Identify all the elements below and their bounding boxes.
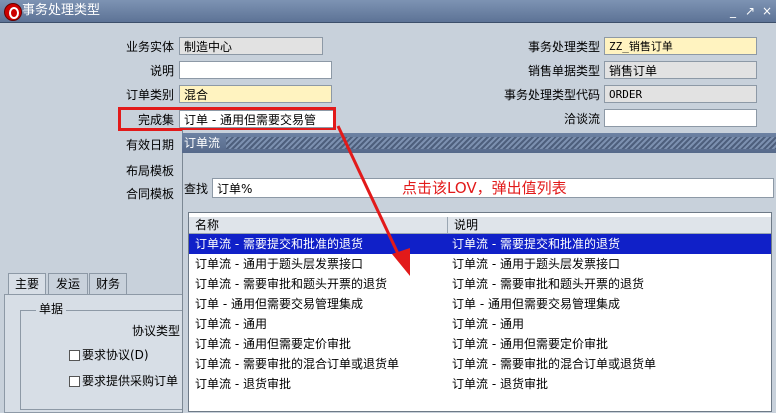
highlight-box — [118, 107, 336, 131]
close-button[interactable]: × — [760, 4, 774, 18]
row-desc-cell: 订单 - 通用但需要交易管理集成 — [452, 297, 620, 311]
column-header-description[interactable]: 说明 — [448, 217, 771, 234]
row-desc-cell: 订单流 - 通用于题头层发票接口 — [452, 257, 620, 271]
lov-rows: 订单流 - 需要提交和批准的退货 订单流 - 需要提交和批准的退货 订单流 - … — [189, 234, 771, 394]
minimize-button[interactable]: _ — [726, 4, 740, 18]
maximize-button[interactable]: ↗ — [743, 4, 757, 18]
transaction-type-field[interactable]: ZZ_销售订单 — [604, 37, 757, 55]
order-category-label: 订单类别 — [125, 88, 174, 102]
layout-template-label: 布局模板 — [125, 164, 174, 178]
order-category-field[interactable]: 混合 — [179, 85, 332, 103]
table-row[interactable]: 订单流 - 退货审批 订单流 - 退货审批 — [189, 374, 771, 394]
negotiation-flow-label: 洽谈流 — [563, 112, 600, 126]
table-row[interactable]: 订单流 - 需要审批和题头开票的退货 订单流 - 需要审批和题头开票的退货 — [189, 274, 771, 294]
require-po-label: 要求提供采购订单 — [82, 374, 179, 388]
document-group-label: 单据 — [36, 301, 67, 317]
contract-template-label: 合同模板 — [125, 187, 174, 201]
tab-main[interactable]: 主要 — [8, 273, 46, 295]
sales-doc-type-label: 销售单据类型 — [527, 64, 600, 78]
annotation-text: 点击该LOV，弹出值列表 — [402, 179, 567, 197]
lov-title-stripe — [226, 137, 776, 149]
table-row[interactable]: 订单流 - 通用于题头层发票接口 订单流 - 通用于题头层发票接口 — [189, 254, 771, 274]
agreement-type-label: 协议类型 — [131, 324, 180, 338]
require-po-checkbox[interactable] — [69, 376, 80, 387]
annotation-arrow — [336, 125, 410, 276]
window-titlebar — [0, 0, 776, 23]
row-name-cell: 订单流 - 需要审批的混合订单或退货单 — [195, 357, 399, 371]
table-row[interactable]: 订单流 - 需要审批的混合订单或退货单 订单流 - 需要审批的混合订单或退货单 — [189, 354, 771, 374]
row-name-cell: 订单流 - 通用但需要定价审批 — [195, 337, 351, 351]
transaction-type-label: 事务处理类型 — [527, 40, 600, 54]
operating-unit-label: 业务实体 — [125, 40, 174, 54]
window-title: 事务处理类型 — [22, 3, 101, 18]
description-field[interactable] — [179, 61, 332, 79]
effective-date-label: 有效日期 — [125, 138, 174, 152]
table-row[interactable]: 订单流 - 通用但需要定价审批 订单流 - 通用但需要定价审批 — [189, 334, 771, 354]
operating-unit-field[interactable]: 制造中心 — [179, 37, 323, 55]
lov-title: 订单流 — [184, 136, 221, 150]
table-row[interactable]: 订单流 - 需要提交和批准的退货 订单流 - 需要提交和批准的退货 — [189, 234, 771, 254]
row-desc-cell: 订单流 - 通用但需要定价审批 — [452, 337, 608, 351]
oracle-logo-icon — [4, 3, 22, 21]
tab-finance[interactable]: 财务 — [89, 273, 127, 294]
row-desc-cell: 订单流 - 通用 — [452, 317, 524, 331]
require-agreement-checkbox[interactable] — [69, 350, 80, 361]
transaction-type-code-label: 事务处理类型代码 — [503, 88, 600, 102]
row-desc-cell: 订单流 - 需要提交和批准的退货 — [452, 237, 620, 251]
negotiation-flow-field[interactable] — [604, 109, 757, 127]
description-label: 说明 — [149, 64, 174, 78]
transaction-type-code-field[interactable]: ORDER — [604, 85, 757, 103]
row-name-cell: 订单流 - 通用 — [195, 317, 267, 331]
tab-shipping[interactable]: 发运 — [48, 273, 88, 294]
row-desc-cell: 订单流 - 需要审批和题头开票的退货 — [452, 277, 644, 291]
row-name-cell: 订单流 - 退货审批 — [195, 377, 291, 391]
require-agreement-label: 要求协议(D) — [82, 348, 149, 362]
sales-doc-type-field[interactable]: 销售订单 — [604, 61, 757, 79]
table-row[interactable]: 订单流 - 通用 订单流 - 通用 — [189, 314, 771, 334]
row-name-cell: 订单 - 通用但需要交易管理集成 — [195, 297, 363, 311]
find-label: 查找 — [184, 182, 209, 196]
row-desc-cell: 订单流 - 退货审批 — [452, 377, 548, 391]
row-desc-cell: 订单流 - 需要审批的混合订单或退货单 — [452, 357, 656, 371]
table-row[interactable]: 订单 - 通用但需要交易管理集成 订单 - 通用但需要交易管理集成 — [189, 294, 771, 314]
